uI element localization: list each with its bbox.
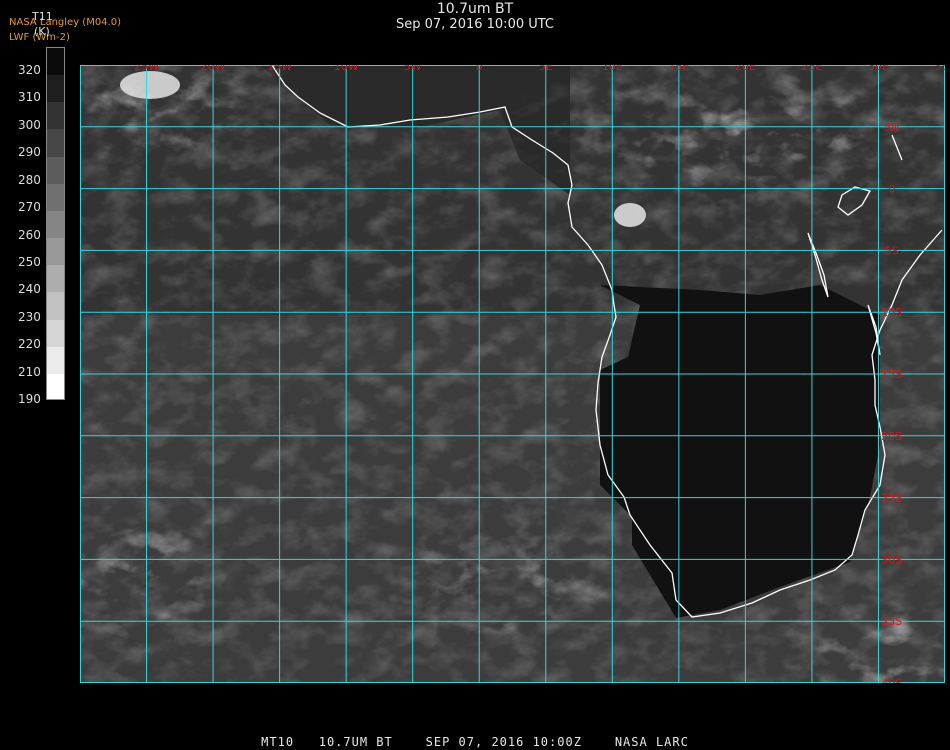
colorbar-tick-label: 250 <box>18 254 41 269</box>
satellite-map: 25W 20W 15W 10W 5W 0 5E 10E 15E 20E 25E 30E 35E 5N 0 5S… <box>80 65 945 683</box>
colorbar-tick-label: 290 <box>18 145 41 160</box>
credit-line-1: NASA Langley (M04.0) <box>9 17 121 28</box>
latitude-label: 15S <box>881 368 902 381</box>
latitude-label: 40S <box>881 677 902 683</box>
colorbar-unit: (K) <box>34 25 50 38</box>
longitude-label: 35E <box>935 65 945 73</box>
colorbar-tick-label: 190 <box>18 392 41 406</box>
colorbar-tick-label: 230 <box>18 309 41 324</box>
footer-caption: MT10 10.7UM BT SEP 07, 2016 10:00Z NASA … <box>261 735 689 749</box>
longitude-label: 15W <box>267 65 292 73</box>
longitude-label: 30E <box>868 65 889 73</box>
longitude-label: 25E <box>801 65 822 73</box>
latitude-label: 0 <box>888 183 895 196</box>
longitude-label: 15E <box>668 65 689 73</box>
longitude-label: 5E <box>539 65 553 73</box>
colorbar-tick-label: 260 <box>18 227 41 242</box>
longitude-label: 10W <box>334 65 359 73</box>
longitude-label: 25W <box>134 65 159 73</box>
longitude-label: 20E <box>735 65 756 73</box>
colorbar-tick-label: 240 <box>18 282 41 297</box>
latitude-label: 25S <box>881 492 902 505</box>
colorbar-tick-label: 320 <box>18 63 41 77</box>
latitude-label: 10S <box>881 306 902 319</box>
longitude-label: 5W <box>404 65 422 73</box>
colorbar-tick-label: 270 <box>18 200 41 215</box>
longitude-label: 0 <box>476 65 483 73</box>
latitude-label: 35S <box>881 615 902 628</box>
latitude-label: 5S <box>885 244 899 257</box>
colorbar-tick-label: 220 <box>18 337 41 352</box>
longitude-label: 20W <box>201 65 226 73</box>
latitude-label: 20S <box>881 430 902 443</box>
longitude-label: 10E <box>602 65 623 73</box>
latitude-label: 30S <box>881 553 902 566</box>
colorbar-tick-label: 280 <box>18 172 41 187</box>
image-title: 10.7um BT <box>436 1 514 17</box>
colorbar-tick-label: 310 <box>18 90 41 105</box>
latitude-label: 5N <box>884 121 899 134</box>
image-timestamp: Sep 07, 2016 10:00 UTC <box>395 17 555 32</box>
colorbar-tick-label: 300 <box>18 117 41 132</box>
colorbar-tick-label: 210 <box>18 364 41 379</box>
colorbar-variable: T11 <box>32 10 53 23</box>
